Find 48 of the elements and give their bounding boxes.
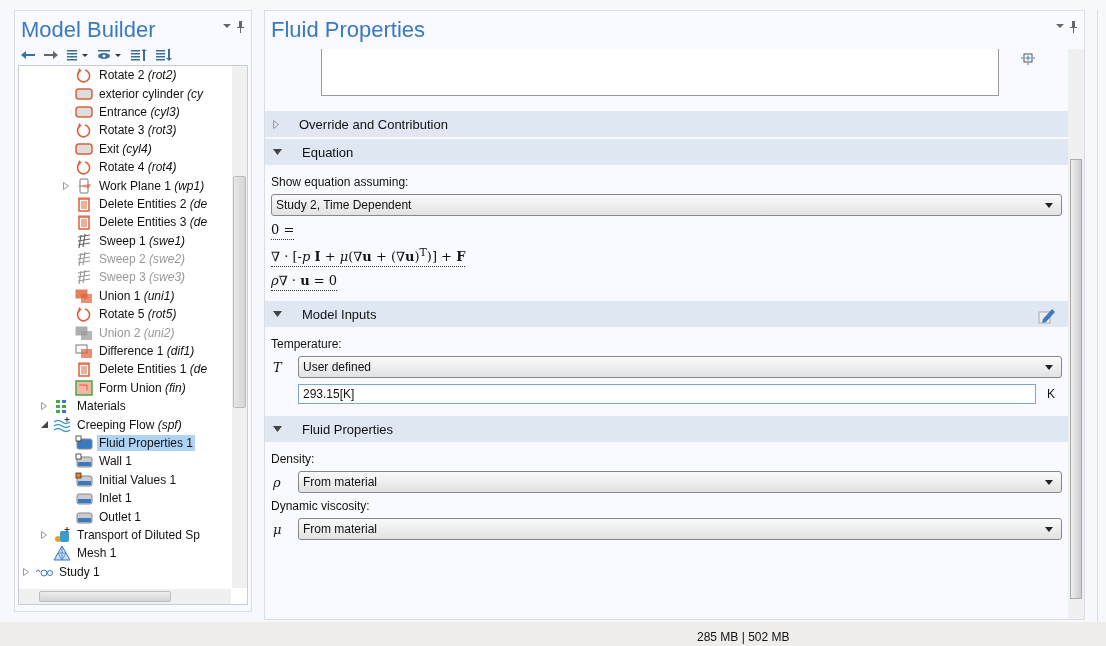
section-header[interactable]: Model Inputs: [265, 301, 1068, 328]
field-label: Temperature:: [271, 337, 343, 352]
equation: ∇ · [-p I + μ(∇u + (∇u)$^{T}$)] + F: [271, 246, 466, 268]
tree-item[interactable]: Delete Entities 2 (de: [97, 195, 210, 212]
tree-item[interactable]: Creeping Flow (spf): [75, 416, 184, 433]
tree-item[interactable]: Exit (cyl4): [97, 140, 154, 157]
section-header[interactable]: Equation: [265, 139, 1068, 165]
temperature-dropdown[interactable]: User defined: [298, 356, 1062, 379]
tree-item[interactable]: Work Plane 1 (wp1): [97, 177, 207, 194]
tree-item[interactable]: Rotate 2 (rot2): [97, 67, 179, 84]
panel-title: Model Builder: [21, 17, 156, 43]
tree-item[interactable]: Initial Values 1: [97, 471, 179, 488]
equation: ρ∇ · u = 0: [271, 273, 338, 292]
tree-item[interactable]: Rotate 4 (rot4): [97, 159, 179, 176]
equation: 0 =: [271, 222, 295, 240]
material-dropdown[interactable]: From material: [298, 518, 1062, 541]
tree-item[interactable]: Study 1: [57, 563, 102, 580]
tree-item[interactable]: Form Union (fin): [97, 379, 188, 396]
tree-item[interactable]: Difference 1 (dif1): [97, 343, 197, 360]
tree-item[interactable]: Sweep 1 (swe1): [97, 232, 188, 249]
tree-item[interactable]: Entrance (cyl3): [97, 103, 182, 120]
tree-item[interactable]: Delete Entities 3 (de: [97, 214, 210, 231]
field-label: Dynamic viscosity:: [271, 499, 371, 514]
unit-label: K: [1046, 387, 1056, 402]
tree-item[interactable]: Transport of Diluted Sp: [75, 526, 202, 543]
memory-usage: 285 MB | 502 MB: [697, 630, 790, 644]
temperature-field[interactable]: 293.15[K]: [298, 384, 1036, 405]
tree-item[interactable]: Wall 1: [97, 453, 134, 470]
symbol: μ: [272, 521, 283, 537]
tree-item[interactable]: Mesh 1: [75, 545, 119, 562]
symbol: T: [272, 359, 284, 375]
tree-item[interactable]: Inlet 1: [97, 490, 134, 507]
tree-item[interactable]: Fluid Properties 1: [97, 435, 196, 451]
tree-item[interactable]: Rotate 5 (rot5): [97, 306, 179, 323]
study-dropdown[interactable]: Study 2, Time Dependent: [271, 194, 1062, 216]
field-label: Show equation assuming:: [271, 175, 410, 189]
tree-item[interactable]: Materials: [75, 398, 128, 415]
symbol: ρ: [272, 474, 282, 490]
tree-item[interactable]: Union 1 (uni1): [97, 287, 177, 304]
tree-item[interactable]: Rotate 3 (rot3): [97, 122, 179, 139]
material-dropdown[interactable]: From material: [298, 471, 1062, 494]
tree-item[interactable]: Delete Entities 1 (de: [97, 361, 210, 378]
tree-item[interactable]: exterior cylinder (cy: [97, 85, 206, 102]
section-header[interactable]: Fluid Properties: [265, 416, 1068, 443]
panel-title: Fluid Properties: [271, 17, 426, 43]
field-label: Density:: [271, 452, 316, 467]
section-header[interactable]: Override and Contribution: [265, 111, 1068, 137]
tree-item[interactable]: Outlet 1: [97, 508, 144, 525]
